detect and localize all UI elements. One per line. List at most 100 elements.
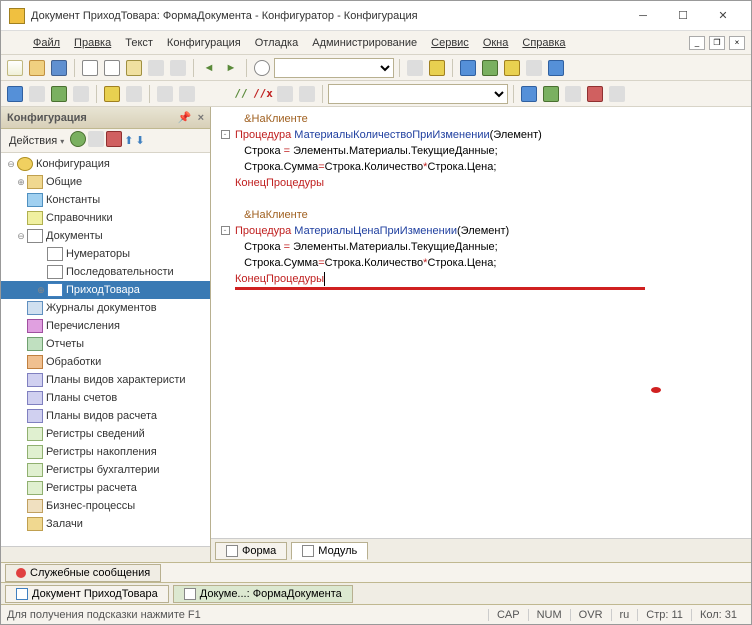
tool-b-button[interactable] — [427, 58, 447, 78]
tb2-g-button[interactable] — [177, 84, 197, 104]
tree-root[interactable]: ⊖Конфигурация — [1, 155, 210, 173]
new-button[interactable] — [5, 58, 25, 78]
tree-common[interactable]: ⊕Общие — [1, 173, 210, 191]
close-button[interactable]: ✕ — [703, 2, 743, 30]
tree-incoming-goods[interactable]: ⊕ПриходТовара — [1, 281, 210, 299]
tree-calc-regs[interactable]: Регистры расчета — [1, 479, 210, 497]
action-up-button[interactable]: ⬆ — [124, 134, 133, 147]
tb2-c-button[interactable] — [49, 84, 69, 104]
open-button[interactable] — [27, 58, 47, 78]
menu-service[interactable]: Сервис — [425, 35, 475, 51]
app-icon — [9, 8, 25, 24]
procedure-combo[interactable] — [328, 84, 508, 104]
copy-button[interactable] — [102, 58, 122, 78]
mdi-restore-button[interactable]: ❐ — [709, 36, 725, 50]
paste-button[interactable] — [124, 58, 144, 78]
tab-form[interactable]: Форма — [215, 542, 287, 560]
print-button[interactable] — [146, 58, 166, 78]
tb2-k-button[interactable] — [585, 84, 605, 104]
users-button[interactable] — [524, 58, 544, 78]
editor-tabs: Форма Модуль — [211, 538, 751, 562]
window-tab-form[interactable]: Докуме...: ФормаДокумента — [173, 585, 353, 603]
mdi-close-button[interactable]: × — [729, 36, 745, 50]
action-del-button[interactable] — [106, 131, 122, 150]
menu-help[interactable]: Справка — [516, 35, 571, 51]
window-tabs: Документ ПриходТовара Докуме...: ФормаДо… — [1, 582, 751, 604]
main-area: Конфигурация 📌 × Действия ▾ ⬆ ⬇ ⊖Конфигу… — [1, 107, 751, 562]
sidebar-title: Конфигурация — [7, 112, 87, 124]
print-preview-button[interactable] — [168, 58, 188, 78]
menu-admin[interactable]: Администрирование — [306, 35, 423, 51]
maximize-button[interactable]: ☐ — [663, 2, 703, 30]
tree-refs[interactable]: Справочники — [1, 209, 210, 227]
tb2-a-button[interactable] — [5, 84, 25, 104]
mdi-minimize-button[interactable]: _ — [689, 36, 705, 50]
menu-text[interactable]: Текст — [119, 35, 159, 51]
tree-tasks[interactable]: Залачи — [1, 515, 210, 533]
status-lang[interactable]: ru — [611, 609, 638, 621]
actions-menu[interactable]: Действия ▾ — [5, 133, 68, 149]
menu-config[interactable]: Конфигурация — [161, 35, 247, 51]
find-combo[interactable] — [274, 58, 394, 78]
bookmark-button[interactable] — [275, 84, 295, 104]
tree-bp[interactable]: Бизнес-процессы — [1, 497, 210, 515]
tb2-l-button[interactable] — [607, 84, 627, 104]
tb2-i-button[interactable] — [541, 84, 561, 104]
tb2-play-button[interactable] — [102, 84, 122, 104]
syntax-check-button[interactable] — [458, 58, 478, 78]
tb2-b-button[interactable] — [27, 84, 47, 104]
tree-docs[interactable]: ⊖Документы — [1, 227, 210, 245]
goto-button[interactable] — [297, 84, 317, 104]
tab-module[interactable]: Модуль — [291, 542, 368, 560]
tool-a-button[interactable] — [405, 58, 425, 78]
tree-calc-plans[interactable]: Планы видов расчета — [1, 407, 210, 425]
tree-reports[interactable]: Отчеты — [1, 335, 210, 353]
window-tab-doc[interactable]: Документ ПриходТовара — [5, 585, 169, 603]
comment-button[interactable]: // — [231, 84, 251, 104]
tree-sequences[interactable]: Последовательности — [1, 263, 210, 281]
action-edit-button[interactable] — [88, 131, 104, 150]
title-bar: Документ ПриходТовара: ФормаДокумента - … — [1, 1, 751, 31]
action-down-button[interactable]: ⬇ — [136, 134, 145, 147]
tree-acc-regs[interactable]: Регистры бухгалтерии — [1, 461, 210, 479]
sidebar-close-icon[interactable]: × — [198, 112, 204, 124]
messages-tab[interactable]: Служебные сообщения — [5, 564, 161, 582]
tree-char-plans[interactable]: Планы видов характеристи — [1, 371, 210, 389]
tree-accum-regs[interactable]: Регистры накопления — [1, 443, 210, 461]
tb2-f-button[interactable] — [155, 84, 175, 104]
tree-constants[interactable]: Константы — [1, 191, 210, 209]
help-button[interactable] — [546, 58, 566, 78]
uncomment-button[interactable]: //x — [253, 84, 273, 104]
tree-enums[interactable]: Перечисления — [1, 317, 210, 335]
redo-button[interactable]: ► — [221, 58, 241, 78]
pin-icon[interactable]: 📌 — [178, 111, 192, 124]
status-col: Кол: 31 — [691, 609, 745, 621]
menu-file[interactable]: Файл — [27, 35, 66, 51]
cut-button[interactable] — [80, 58, 100, 78]
tb2-d-button[interactable] — [71, 84, 91, 104]
tb2-e-button[interactable] — [124, 84, 144, 104]
tb2-j-button[interactable] — [563, 84, 583, 104]
tree-h-scrollbar[interactable] — [1, 546, 210, 562]
save-button[interactable] — [49, 58, 69, 78]
menu-windows[interactable]: Окна — [477, 35, 515, 51]
tb2-h-button[interactable] — [519, 84, 539, 104]
debug-button[interactable] — [502, 58, 522, 78]
tree-numerators[interactable]: Нумераторы — [1, 245, 210, 263]
code-editor[interactable]: &НаКлиенте -Процедура МатериалыКоличеств… — [211, 107, 751, 538]
tree-journals[interactable]: Журналы документов — [1, 299, 210, 317]
tree-info-regs[interactable]: Регистры сведений — [1, 425, 210, 443]
tree-processing[interactable]: Обработки — [1, 353, 210, 371]
undo-button[interactable]: ◄ — [199, 58, 219, 78]
sidebar-title-bar: Конфигурация 📌 × — [1, 107, 210, 129]
config-tree[interactable]: ⊖Конфигурация ⊕Общие Константы Справочни… — [1, 153, 210, 546]
run-button[interactable] — [480, 58, 500, 78]
text-cursor — [324, 272, 325, 286]
sidebar-actions-bar: Действия ▾ ⬆ ⬇ — [1, 129, 210, 153]
menu-debug[interactable]: Отладка — [249, 35, 304, 51]
tree-acc-plans[interactable]: Планы счетов — [1, 389, 210, 407]
menu-edit[interactable]: Правка — [68, 35, 117, 51]
action-add-button[interactable] — [70, 131, 86, 150]
minimize-button[interactable]: ─ — [623, 2, 663, 30]
find-button[interactable] — [252, 58, 272, 78]
